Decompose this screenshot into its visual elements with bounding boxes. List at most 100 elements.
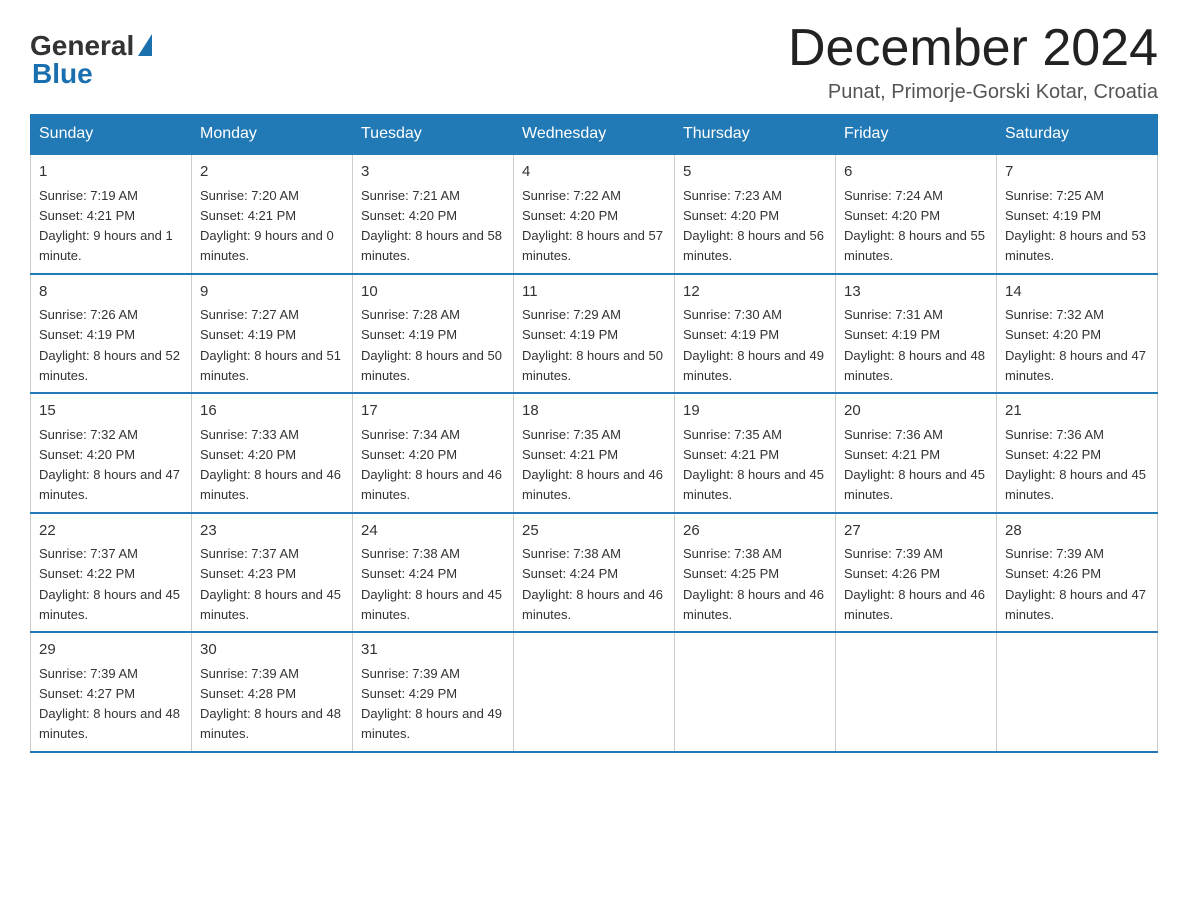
calendar-header-row: SundayMondayTuesdayWednesdayThursdayFrid… (31, 115, 1158, 155)
calendar-cell: 10 Sunrise: 7:28 AMSunset: 4:19 PMDaylig… (353, 274, 514, 394)
calendar-cell: 17 Sunrise: 7:34 AMSunset: 4:20 PMDaylig… (353, 393, 514, 513)
weekday-header-sunday: Sunday (31, 115, 192, 155)
day-info: Sunrise: 7:22 AMSunset: 4:20 PMDaylight:… (522, 188, 663, 264)
day-info: Sunrise: 7:32 AMSunset: 4:20 PMDaylight:… (39, 427, 180, 503)
calendar-cell: 30 Sunrise: 7:39 AMSunset: 4:28 PMDaylig… (192, 632, 353, 752)
calendar-week-row: 15 Sunrise: 7:32 AMSunset: 4:20 PMDaylig… (31, 393, 1158, 513)
day-info: Sunrise: 7:21 AMSunset: 4:20 PMDaylight:… (361, 188, 502, 264)
day-info: Sunrise: 7:39 AMSunset: 4:26 PMDaylight:… (844, 546, 985, 622)
calendar-cell: 13 Sunrise: 7:31 AMSunset: 4:19 PMDaylig… (836, 274, 997, 394)
calendar-cell (836, 632, 997, 752)
day-number: 17 (361, 400, 505, 423)
day-number: 26 (683, 520, 827, 543)
day-info: Sunrise: 7:26 AMSunset: 4:19 PMDaylight:… (39, 307, 180, 383)
calendar-cell: 26 Sunrise: 7:38 AMSunset: 4:25 PMDaylig… (675, 513, 836, 633)
day-number: 11 (522, 281, 666, 304)
calendar-cell: 3 Sunrise: 7:21 AMSunset: 4:20 PMDayligh… (353, 154, 514, 274)
calendar-cell: 25 Sunrise: 7:38 AMSunset: 4:24 PMDaylig… (514, 513, 675, 633)
calendar-cell: 22 Sunrise: 7:37 AMSunset: 4:22 PMDaylig… (31, 513, 192, 633)
day-info: Sunrise: 7:38 AMSunset: 4:25 PMDaylight:… (683, 546, 824, 622)
day-info: Sunrise: 7:29 AMSunset: 4:19 PMDaylight:… (522, 307, 663, 383)
calendar-cell: 19 Sunrise: 7:35 AMSunset: 4:21 PMDaylig… (675, 393, 836, 513)
day-number: 28 (1005, 520, 1149, 543)
day-info: Sunrise: 7:34 AMSunset: 4:20 PMDaylight:… (361, 427, 502, 503)
day-number: 23 (200, 520, 344, 543)
calendar-cell (675, 632, 836, 752)
calendar-cell: 18 Sunrise: 7:35 AMSunset: 4:21 PMDaylig… (514, 393, 675, 513)
calendar-cell: 21 Sunrise: 7:36 AMSunset: 4:22 PMDaylig… (997, 393, 1158, 513)
calendar-cell: 28 Sunrise: 7:39 AMSunset: 4:26 PMDaylig… (997, 513, 1158, 633)
day-number: 16 (200, 400, 344, 423)
day-info: Sunrise: 7:35 AMSunset: 4:21 PMDaylight:… (522, 427, 663, 503)
logo-blue-text: Blue (30, 58, 93, 90)
calendar-cell: 8 Sunrise: 7:26 AMSunset: 4:19 PMDayligh… (31, 274, 192, 394)
day-info: Sunrise: 7:30 AMSunset: 4:19 PMDaylight:… (683, 307, 824, 383)
month-year-title: December 2024 (788, 20, 1158, 77)
day-number: 12 (683, 281, 827, 304)
day-info: Sunrise: 7:33 AMSunset: 4:20 PMDaylight:… (200, 427, 341, 503)
day-info: Sunrise: 7:35 AMSunset: 4:21 PMDaylight:… (683, 427, 824, 503)
day-number: 10 (361, 281, 505, 304)
day-number: 4 (522, 161, 666, 184)
day-number: 1 (39, 161, 183, 184)
day-info: Sunrise: 7:27 AMSunset: 4:19 PMDaylight:… (200, 307, 341, 383)
day-number: 24 (361, 520, 505, 543)
day-number: 27 (844, 520, 988, 543)
day-info: Sunrise: 7:39 AMSunset: 4:28 PMDaylight:… (200, 666, 341, 742)
calendar-cell: 2 Sunrise: 7:20 AMSunset: 4:21 PMDayligh… (192, 154, 353, 274)
day-info: Sunrise: 7:32 AMSunset: 4:20 PMDaylight:… (1005, 307, 1146, 383)
day-number: 21 (1005, 400, 1149, 423)
day-number: 14 (1005, 281, 1149, 304)
calendar-week-row: 29 Sunrise: 7:39 AMSunset: 4:27 PMDaylig… (31, 632, 1158, 752)
day-number: 20 (844, 400, 988, 423)
title-section: December 2024 Punat, Primorje-Gorski Kot… (788, 20, 1158, 104)
day-info: Sunrise: 7:23 AMSunset: 4:20 PMDaylight:… (683, 188, 824, 264)
day-number: 29 (39, 639, 183, 662)
day-info: Sunrise: 7:36 AMSunset: 4:22 PMDaylight:… (1005, 427, 1146, 503)
weekday-header-friday: Friday (836, 115, 997, 155)
day-number: 18 (522, 400, 666, 423)
day-number: 31 (361, 639, 505, 662)
day-info: Sunrise: 7:31 AMSunset: 4:19 PMDaylight:… (844, 307, 985, 383)
calendar-cell: 20 Sunrise: 7:36 AMSunset: 4:21 PMDaylig… (836, 393, 997, 513)
day-info: Sunrise: 7:39 AMSunset: 4:29 PMDaylight:… (361, 666, 502, 742)
day-number: 15 (39, 400, 183, 423)
day-number: 22 (39, 520, 183, 543)
day-info: Sunrise: 7:19 AMSunset: 4:21 PMDaylight:… (39, 188, 173, 264)
calendar-week-row: 1 Sunrise: 7:19 AMSunset: 4:21 PMDayligh… (31, 154, 1158, 274)
calendar-week-row: 22 Sunrise: 7:37 AMSunset: 4:22 PMDaylig… (31, 513, 1158, 633)
calendar-cell: 24 Sunrise: 7:38 AMSunset: 4:24 PMDaylig… (353, 513, 514, 633)
calendar-cell: 9 Sunrise: 7:27 AMSunset: 4:19 PMDayligh… (192, 274, 353, 394)
day-info: Sunrise: 7:39 AMSunset: 4:27 PMDaylight:… (39, 666, 180, 742)
day-info: Sunrise: 7:20 AMSunset: 4:21 PMDaylight:… (200, 188, 334, 264)
day-number: 6 (844, 161, 988, 184)
day-number: 5 (683, 161, 827, 184)
weekday-header-saturday: Saturday (997, 115, 1158, 155)
calendar-cell: 4 Sunrise: 7:22 AMSunset: 4:20 PMDayligh… (514, 154, 675, 274)
weekday-header-wednesday: Wednesday (514, 115, 675, 155)
calendar-cell: 31 Sunrise: 7:39 AMSunset: 4:29 PMDaylig… (353, 632, 514, 752)
day-info: Sunrise: 7:28 AMSunset: 4:19 PMDaylight:… (361, 307, 502, 383)
day-info: Sunrise: 7:25 AMSunset: 4:19 PMDaylight:… (1005, 188, 1146, 264)
day-number: 9 (200, 281, 344, 304)
calendar-cell: 6 Sunrise: 7:24 AMSunset: 4:20 PMDayligh… (836, 154, 997, 274)
calendar-cell (514, 632, 675, 752)
day-info: Sunrise: 7:38 AMSunset: 4:24 PMDaylight:… (522, 546, 663, 622)
day-number: 3 (361, 161, 505, 184)
calendar-cell: 16 Sunrise: 7:33 AMSunset: 4:20 PMDaylig… (192, 393, 353, 513)
day-info: Sunrise: 7:37 AMSunset: 4:22 PMDaylight:… (39, 546, 180, 622)
weekday-header-tuesday: Tuesday (353, 115, 514, 155)
weekday-header-thursday: Thursday (675, 115, 836, 155)
location-subtitle: Punat, Primorje-Gorski Kotar, Croatia (788, 81, 1158, 104)
day-number: 2 (200, 161, 344, 184)
day-info: Sunrise: 7:36 AMSunset: 4:21 PMDaylight:… (844, 427, 985, 503)
day-info: Sunrise: 7:24 AMSunset: 4:20 PMDaylight:… (844, 188, 985, 264)
calendar-week-row: 8 Sunrise: 7:26 AMSunset: 4:19 PMDayligh… (31, 274, 1158, 394)
day-info: Sunrise: 7:37 AMSunset: 4:23 PMDaylight:… (200, 546, 341, 622)
day-number: 7 (1005, 161, 1149, 184)
day-number: 25 (522, 520, 666, 543)
day-number: 30 (200, 639, 344, 662)
day-info: Sunrise: 7:39 AMSunset: 4:26 PMDaylight:… (1005, 546, 1146, 622)
day-number: 8 (39, 281, 183, 304)
calendar-cell: 23 Sunrise: 7:37 AMSunset: 4:23 PMDaylig… (192, 513, 353, 633)
